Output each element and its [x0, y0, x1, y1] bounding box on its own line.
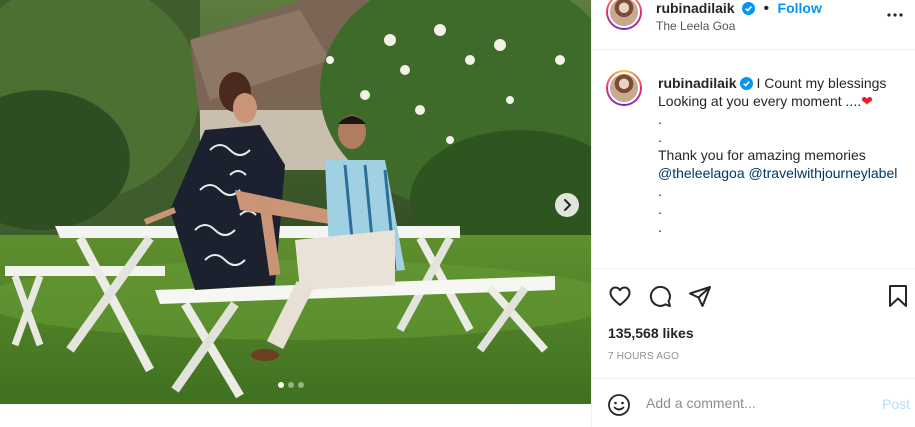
share-button[interactable]: [688, 284, 712, 313]
caption-line: rubinadilaik I Count my blessings: [658, 74, 903, 92]
photo-bottom-strip: [0, 404, 591, 427]
dot-separator: •: [763, 0, 770, 17]
caption-dot: .: [658, 183, 662, 199]
more-options-button[interactable]: [886, 6, 904, 29]
verified-badge-icon: [739, 77, 753, 90]
heart-icon: [609, 286, 631, 306]
caption-line-3: Thank you for amazing memories: [658, 147, 866, 163]
chevron-right-icon: [564, 199, 572, 211]
carousel-dot: [288, 382, 294, 388]
header-user-line: rubinadilaik • Follow: [656, 0, 822, 18]
comment-icon: [649, 285, 671, 307]
comment-input[interactable]: [646, 393, 866, 413]
smiley-icon: [608, 394, 630, 416]
mention-link[interactable]: @travelwithjourneylabel: [749, 165, 898, 181]
caption-line-1: I Count my blessings: [756, 75, 887, 91]
avatar[interactable]: [606, 0, 642, 30]
emoji-button[interactable]: [607, 393, 631, 422]
save-button[interactable]: [888, 284, 908, 313]
follow-button[interactable]: Follow: [778, 0, 822, 16]
like-button[interactable]: [608, 284, 632, 313]
caption-dot: .: [658, 219, 662, 235]
location-link[interactable]: The Leela Goa: [656, 19, 735, 33]
caption-username[interactable]: rubinadilaik: [658, 75, 737, 91]
likes-count[interactable]: 135,568 likes: [608, 325, 694, 341]
action-section: 135,568 likes 7 HOURS AGO: [592, 268, 915, 378]
post-photo[interactable]: [0, 0, 591, 404]
comment-bar: Post: [592, 378, 915, 427]
comment-button[interactable]: [648, 284, 672, 313]
caption-line: Looking at you every moment ....❤: [658, 92, 903, 110]
avatar-image: [608, 72, 640, 104]
photo-scene: [0, 0, 591, 404]
more-horizontal-icon: [887, 13, 903, 17]
carousel-dot: [298, 382, 304, 388]
next-photo-button[interactable]: [555, 193, 579, 217]
carousel-indicator: [278, 382, 304, 388]
caption-mentions: @theleelagoa @travelwithjourneylabel: [658, 164, 903, 182]
verified-badge-icon: [742, 2, 756, 15]
post-timestamp[interactable]: 7 HOURS AGO: [608, 351, 679, 362]
carousel-dot: [278, 382, 284, 388]
caption-dot: .: [658, 201, 662, 217]
red-heart-emoji: ❤: [861, 93, 873, 109]
caption-dot: .: [658, 111, 662, 127]
post-sidebar: rubinadilaik • Follow The Leela Goa rubi…: [591, 0, 915, 427]
post-header: rubinadilaik • Follow The Leela Goa: [592, 0, 915, 50]
caption-text: rubinadilaik I Count my blessings Lookin…: [658, 74, 903, 236]
post-comment-button[interactable]: Post: [882, 396, 910, 412]
caption-dot: .: [658, 129, 662, 145]
share-icon: [689, 286, 711, 307]
username-link[interactable]: rubinadilaik: [656, 0, 735, 16]
mention-link[interactable]: @theleelagoa: [658, 165, 745, 181]
avatar-image: [608, 0, 640, 28]
bookmark-icon: [889, 285, 907, 307]
caption-line-2: Looking at you every moment ....: [658, 93, 862, 109]
caption-avatar[interactable]: [606, 70, 642, 106]
